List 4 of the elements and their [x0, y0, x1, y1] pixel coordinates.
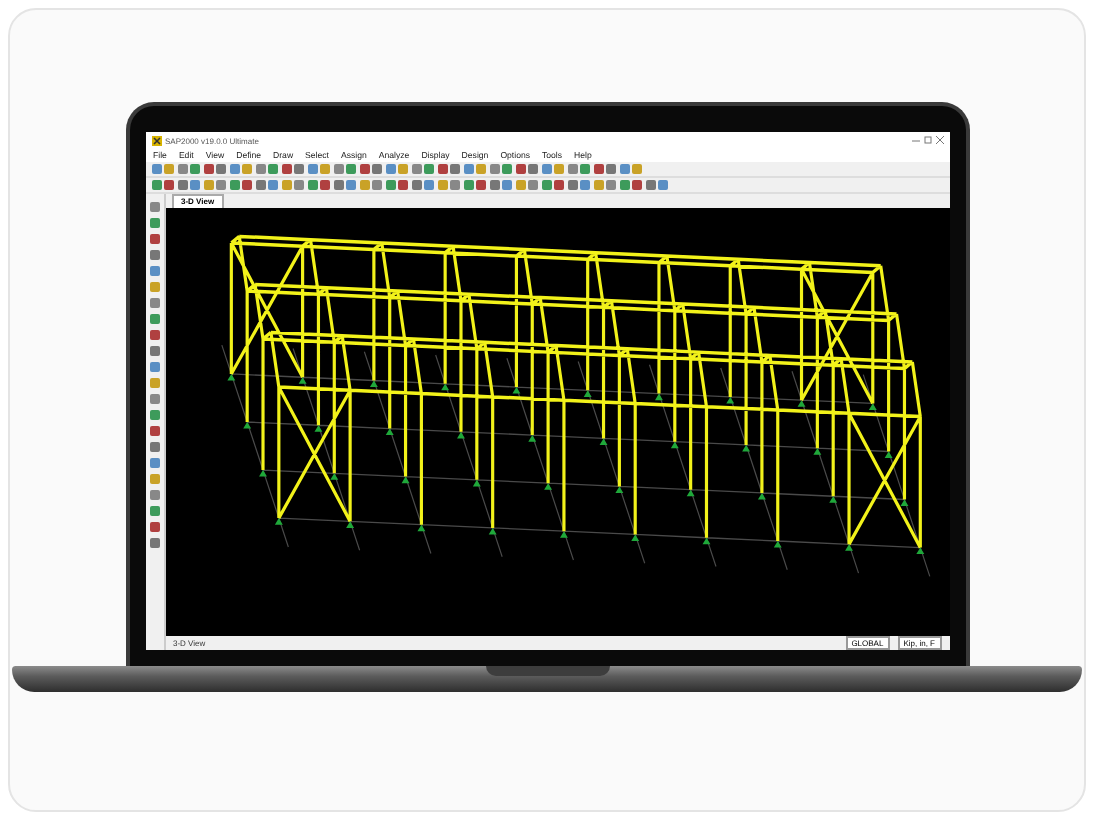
app-logo-icon [151, 135, 161, 145]
close-icon[interactable] [935, 136, 943, 144]
minimize-icon[interactable] [911, 136, 919, 144]
maximize-icon[interactable] [923, 136, 931, 144]
